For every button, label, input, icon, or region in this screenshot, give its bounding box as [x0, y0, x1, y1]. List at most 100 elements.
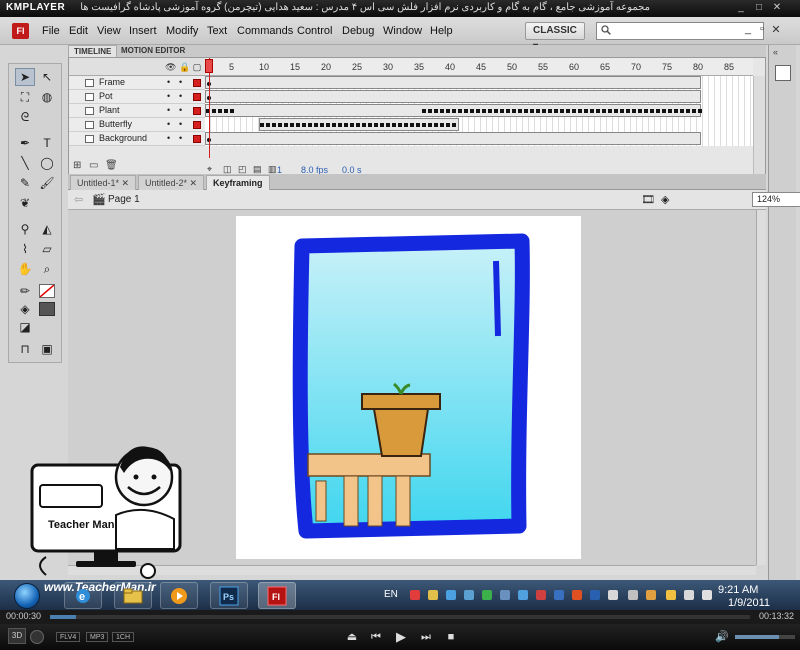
visibility-dot[interactable]: •: [167, 76, 170, 89]
edit-scene-icon[interactable]: 🎞: [641, 193, 655, 206]
menu-modify[interactable]: Modify: [166, 25, 198, 37]
zoom-select[interactable]: 124%▾: [752, 192, 800, 207]
frame-span-background[interactable]: [205, 132, 701, 145]
menu-help[interactable]: Help: [430, 25, 453, 37]
new-folder-icon[interactable]: ▭: [89, 160, 98, 171]
taskbar-ie-icon[interactable]: e: [64, 582, 102, 609]
maximize-icon[interactable]: □: [752, 2, 766, 14]
eject-icon[interactable]: ⏏: [344, 629, 360, 645]
start-button[interactable]: [14, 583, 40, 609]
menu-file[interactable]: File: [42, 25, 60, 37]
tray-icon[interactable]: [428, 590, 438, 600]
3d-rotation-tool-icon[interactable]: ◍: [37, 88, 57, 106]
clock-date[interactable]: 1/9/2011: [728, 597, 770, 609]
menu-commands[interactable]: Commands: [237, 25, 293, 37]
frame-span-frame[interactable]: [205, 76, 701, 89]
minimize-icon[interactable]: _: [734, 2, 748, 14]
lock-icon[interactable]: •: [179, 132, 182, 145]
lock-all-icon[interactable]: 🔒: [179, 62, 190, 72]
menu-window[interactable]: Window: [383, 25, 422, 37]
stop-icon[interactable]: ■: [443, 629, 459, 645]
layer-row[interactable]: Frame • •: [69, 76, 205, 90]
line-tool-icon[interactable]: ╲: [15, 154, 35, 172]
frame-ruler[interactable]: 1 5 10 15 20 25 30 35 40 45 50 55 60 65 …: [205, 58, 753, 76]
tab-untitled-2[interactable]: Untitled-2* ✕: [138, 175, 205, 190]
free-transform-tool-icon[interactable]: ⛶: [15, 88, 35, 106]
brush-tool-icon[interactable]: 🖌: [37, 174, 57, 192]
tray-icon[interactable]: [590, 590, 600, 600]
subselection-tool-icon[interactable]: ↖: [37, 68, 57, 86]
text-tool-icon[interactable]: T: [37, 134, 57, 152]
tab-motion-editor[interactable]: MOTION EDITOR: [116, 45, 190, 57]
taskbar-photoshop-icon[interactable]: Ps: [210, 582, 248, 609]
play-icon[interactable]: ▶: [393, 629, 409, 645]
hand-tool-icon[interactable]: ✋: [15, 260, 35, 278]
tray-icon[interactable]: [646, 590, 656, 600]
settings-gear-icon[interactable]: [30, 630, 44, 644]
paint-bucket-tool-icon[interactable]: ◭: [37, 220, 57, 238]
oval-tool-icon[interactable]: ◯: [37, 154, 57, 172]
3d-mode-icon[interactable]: 3D: [8, 628, 26, 644]
menu-text[interactable]: Text: [207, 25, 227, 37]
expand-panel-icon[interactable]: «: [773, 47, 778, 57]
tab-timeline[interactable]: TIMELINE: [68, 45, 118, 57]
next-icon[interactable]: ⏭: [418, 629, 434, 645]
pen-tool-icon[interactable]: ✒: [15, 134, 35, 152]
snap-to-objects-icon[interactable]: ⊓: [15, 340, 35, 358]
frame-span-pot[interactable]: [205, 90, 701, 103]
outline-color[interactable]: [193, 107, 201, 115]
window-restore-icon[interactable]: ▫: [756, 23, 768, 37]
visibility-dot[interactable]: •: [167, 104, 170, 117]
tray-icon[interactable]: [464, 590, 474, 600]
fill-color-swatch[interactable]: [39, 302, 55, 316]
bone-tool-icon[interactable]: ⚲: [15, 220, 35, 238]
frame-grid[interactable]: [205, 76, 753, 146]
pencil-tool-icon[interactable]: ✎: [15, 174, 35, 192]
lock-icon[interactable]: •: [179, 118, 182, 131]
close-tab-icon[interactable]: ✕: [122, 178, 130, 188]
delete-layer-icon[interactable]: 🗑: [105, 160, 118, 171]
lock-icon[interactable]: •: [179, 104, 182, 117]
visibility-dot[interactable]: •: [167, 118, 170, 131]
layer-row[interactable]: Butterfly • •: [69, 118, 205, 132]
timeline-vscroll[interactable]: [753, 76, 765, 176]
tab-keyframing[interactable]: Keyframing: [206, 175, 270, 190]
window-minimize-icon[interactable]: _: [742, 23, 754, 37]
taskbar-media-player-icon[interactable]: [160, 582, 198, 609]
show-hide-all-icon[interactable]: 👁: [165, 62, 176, 72]
visibility-dot[interactable]: •: [167, 90, 170, 103]
menu-control[interactable]: Control: [297, 25, 332, 37]
network-icon[interactable]: [684, 590, 694, 600]
speaker-icon[interactable]: 🔊: [714, 629, 730, 645]
outline-color[interactable]: [193, 135, 201, 143]
tray-icon[interactable]: [554, 590, 564, 600]
layer-row[interactable]: Background • •: [69, 132, 205, 146]
frame-span-plant[interactable]: [205, 104, 702, 117]
stage-vscroll[interactable]: [756, 210, 766, 565]
lock-icon[interactable]: •: [179, 76, 182, 89]
tab-untitled-1[interactable]: Untitled-1* ✕: [70, 175, 137, 190]
window-close-icon[interactable]: ✕: [770, 23, 782, 37]
layer-row[interactable]: Plant • •: [69, 104, 205, 118]
menu-debug[interactable]: Debug: [342, 25, 374, 37]
eraser-tool-icon[interactable]: ▱: [37, 240, 57, 258]
frame-span-butterfly[interactable]: [259, 118, 459, 131]
swap-colors-icon[interactable]: ◪: [15, 318, 35, 336]
keyframe-run[interactable]: [206, 109, 236, 113]
playhead[interactable]: [209, 58, 210, 158]
tray-icon[interactable]: [666, 590, 676, 600]
close-icon[interactable]: ✕: [770, 2, 784, 14]
tray-icon[interactable]: [536, 590, 546, 600]
outline-color[interactable]: [193, 121, 201, 129]
previous-icon[interactable]: ⏮: [368, 629, 384, 645]
taskbar-flash-icon[interactable]: Fl: [258, 582, 296, 609]
seek-track[interactable]: [50, 615, 750, 619]
tray-icon[interactable]: [446, 590, 456, 600]
library-icon[interactable]: [775, 65, 791, 81]
taskbar-explorer-icon[interactable]: [114, 582, 152, 609]
edit-symbols-icon[interactable]: ◈: [661, 193, 669, 206]
deco-tool-icon[interactable]: ❦: [15, 194, 35, 212]
volume-slider[interactable]: [735, 635, 795, 639]
playhead-handle[interactable]: [205, 59, 213, 73]
smooth-icon[interactable]: ▣: [37, 340, 57, 358]
